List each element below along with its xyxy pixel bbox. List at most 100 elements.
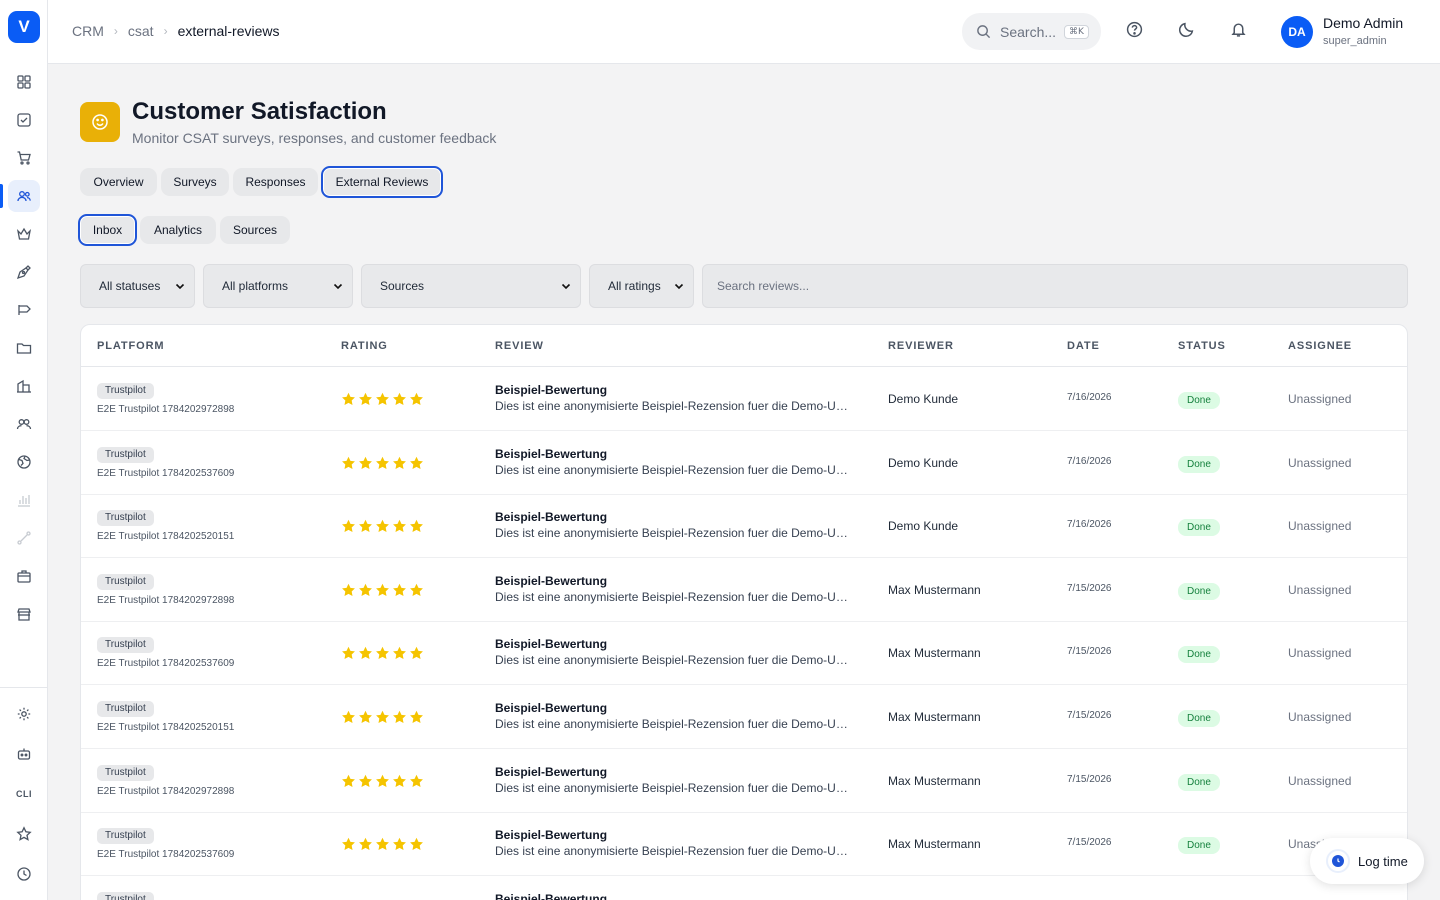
table-row[interactable]: Trustpilot E2E Trustpilot 1784202520151 Be… xyxy=(81,494,1407,559)
review-title: Beispiel-Bewertung xyxy=(495,828,608,843)
tasks-icon[interactable] xyxy=(8,104,40,136)
subtab-analytics[interactable]: Analytics xyxy=(140,216,216,244)
topbar: CRM › csat › external-reviews Search... … xyxy=(48,0,1440,64)
platform-badge: Trustpilot xyxy=(97,446,154,463)
table-row[interactable]: Trustpilot E2E Trustpilot 1784202537609 Be… xyxy=(81,812,1407,877)
table-row[interactable]: Trustpilot E2E Trustpilot 1784202972898 Be… xyxy=(81,749,1407,813)
status-filter-select[interactable]: All statuses xyxy=(80,264,195,308)
platform-badge: Trustpilot xyxy=(97,383,154,399)
status-badge: Done xyxy=(1178,773,1220,791)
platform-filter-select[interactable]: All platforms xyxy=(203,264,353,308)
star-rating-icon xyxy=(393,647,406,660)
users-icon[interactable] xyxy=(8,180,40,212)
assignee[interactable]: Unassigned xyxy=(1288,583,1351,597)
store-icon[interactable] xyxy=(8,598,40,630)
reviews-table: PLATFORM RATING REVIEW REVIEWER DATE STA… xyxy=(80,324,1408,900)
rating-stars xyxy=(341,519,424,533)
assignee[interactable]: Unassigned xyxy=(1288,774,1351,788)
route-icon[interactable] xyxy=(8,522,40,554)
briefcase-icon[interactable] xyxy=(8,560,40,592)
breadcrumb-crm[interactable]: CRM xyxy=(72,23,104,39)
review-text: Dies ist eine anonymisierte Beispiel-Rez… xyxy=(495,589,855,604)
star-rating-icon xyxy=(393,456,406,469)
chart-icon[interactable] xyxy=(8,484,40,516)
column-header-date[interactable]: DATE xyxy=(1067,340,1100,352)
review-date: 7/15/2026 xyxy=(1067,710,1112,721)
star-rating-icon xyxy=(359,647,372,660)
help-icon[interactable] xyxy=(1126,21,1146,41)
star-rating-icon xyxy=(393,710,406,723)
star-rating-icon xyxy=(342,392,355,405)
tab-surveys[interactable]: Surveys xyxy=(161,168,229,196)
folder-icon[interactable] xyxy=(8,332,40,364)
cart-icon[interactable] xyxy=(8,142,40,174)
reviewer-name: Max Mustermann xyxy=(888,582,981,597)
star-rating-icon xyxy=(376,837,389,851)
dashboard-icon[interactable] xyxy=(8,66,40,98)
building-icon[interactable] xyxy=(8,370,40,402)
subtab-sources[interactable]: Sources xyxy=(220,216,290,244)
review-title: Beispiel-Bewertung xyxy=(495,510,608,525)
assignee[interactable]: Unassigned xyxy=(1288,646,1351,660)
review-title: Beispiel-Bewertung xyxy=(495,891,608,900)
app-logo[interactable]: V xyxy=(8,11,40,43)
bell-icon[interactable] xyxy=(1230,21,1250,41)
avatar[interactable]: DA xyxy=(1281,16,1313,48)
star-icon[interactable] xyxy=(8,818,40,850)
assignee[interactable]: Unassigned xyxy=(1288,456,1351,470)
globe-icon[interactable] xyxy=(8,446,40,478)
log-time-button[interactable]: Log time xyxy=(1310,838,1424,884)
assignee[interactable]: Unassigned xyxy=(1288,519,1351,533)
tab-external-reviews[interactable]: External Reviews xyxy=(321,166,443,198)
review-search-input[interactable]: Search reviews... xyxy=(702,264,1408,308)
status-badge: Done xyxy=(1178,646,1220,664)
table-row[interactable]: Trustpilot Beispiel-Bewertung xyxy=(81,876,1407,900)
sources-filter-select[interactable]: Sources xyxy=(361,264,581,308)
review-date: 7/16/2026 xyxy=(1067,519,1112,531)
star-rating-icon xyxy=(376,710,389,723)
breadcrumb-csat[interactable]: csat xyxy=(128,23,154,39)
assignee[interactable]: Unassigned xyxy=(1288,392,1351,406)
rating-filter-select[interactable]: All ratings xyxy=(589,264,694,308)
table-row[interactable]: Trustpilot E2E Trustpilot 1784202537609 Be… xyxy=(81,621,1407,686)
dark-mode-icon[interactable] xyxy=(1178,21,1198,41)
settings-icon[interactable] xyxy=(8,698,40,730)
star-rating-icon xyxy=(410,837,423,851)
pen-icon[interactable] xyxy=(8,256,40,288)
column-header-reviewer[interactable]: REVIEWER xyxy=(888,340,954,352)
page-title: Customer Satisfaction xyxy=(132,98,387,125)
review-source: E2E Trustpilot 1784202520151 xyxy=(97,531,235,543)
clock-icon[interactable] xyxy=(8,858,40,890)
column-header-assignee[interactable]: ASSIGNEE xyxy=(1288,340,1352,352)
page-subtitle: Monitor CSAT surveys, responses, and cus… xyxy=(132,130,497,146)
crown-icon[interactable] xyxy=(8,218,40,250)
column-header-review[interactable]: REVIEW xyxy=(495,340,544,352)
reviewer-name: Max Mustermann xyxy=(888,710,981,724)
star-rating-icon xyxy=(359,519,372,533)
star-rating-icon xyxy=(376,392,389,405)
review-source: E2E Trustpilot 1784202537609 xyxy=(97,467,235,479)
chevron-down-icon xyxy=(561,283,571,290)
column-header-status[interactable]: STATUS xyxy=(1178,340,1226,352)
search-placeholder: Search... xyxy=(1000,23,1057,40)
bot-icon[interactable] xyxy=(8,738,40,770)
table-row[interactable]: Trustpilot E2E Trustpilot 1784202520151 Be… xyxy=(81,685,1407,749)
rating-stars xyxy=(341,646,424,660)
status-badge: Done xyxy=(1178,392,1220,409)
column-header-rating[interactable]: RATING xyxy=(341,340,388,352)
subtab-inbox[interactable]: Inbox xyxy=(78,214,137,246)
table-row[interactable]: Trustpilot E2E Trustpilot 1784202972898 Be… xyxy=(81,367,1407,431)
user-name[interactable]: Demo Admin xyxy=(1323,15,1403,31)
assignee[interactable]: Unassigned xyxy=(1288,710,1351,724)
tab-overview[interactable]: Overview xyxy=(80,168,157,196)
tab-responses[interactable]: Responses xyxy=(233,168,318,196)
megaphone-icon[interactable] xyxy=(8,294,40,326)
star-rating-icon xyxy=(393,583,406,596)
table-row[interactable]: Trustpilot E2E Trustpilot 1784202537609 Be… xyxy=(81,431,1407,495)
team-icon[interactable] xyxy=(8,408,40,440)
table-row[interactable]: Trustpilot E2E Trustpilot 1784202972898 Be… xyxy=(81,558,1407,622)
column-header-platform[interactable]: PLATFORM xyxy=(97,340,165,352)
global-search[interactable]: Search... ⌘K xyxy=(962,13,1101,50)
cli-button[interactable]: CLI xyxy=(8,778,40,810)
star-rating-icon xyxy=(410,774,423,787)
